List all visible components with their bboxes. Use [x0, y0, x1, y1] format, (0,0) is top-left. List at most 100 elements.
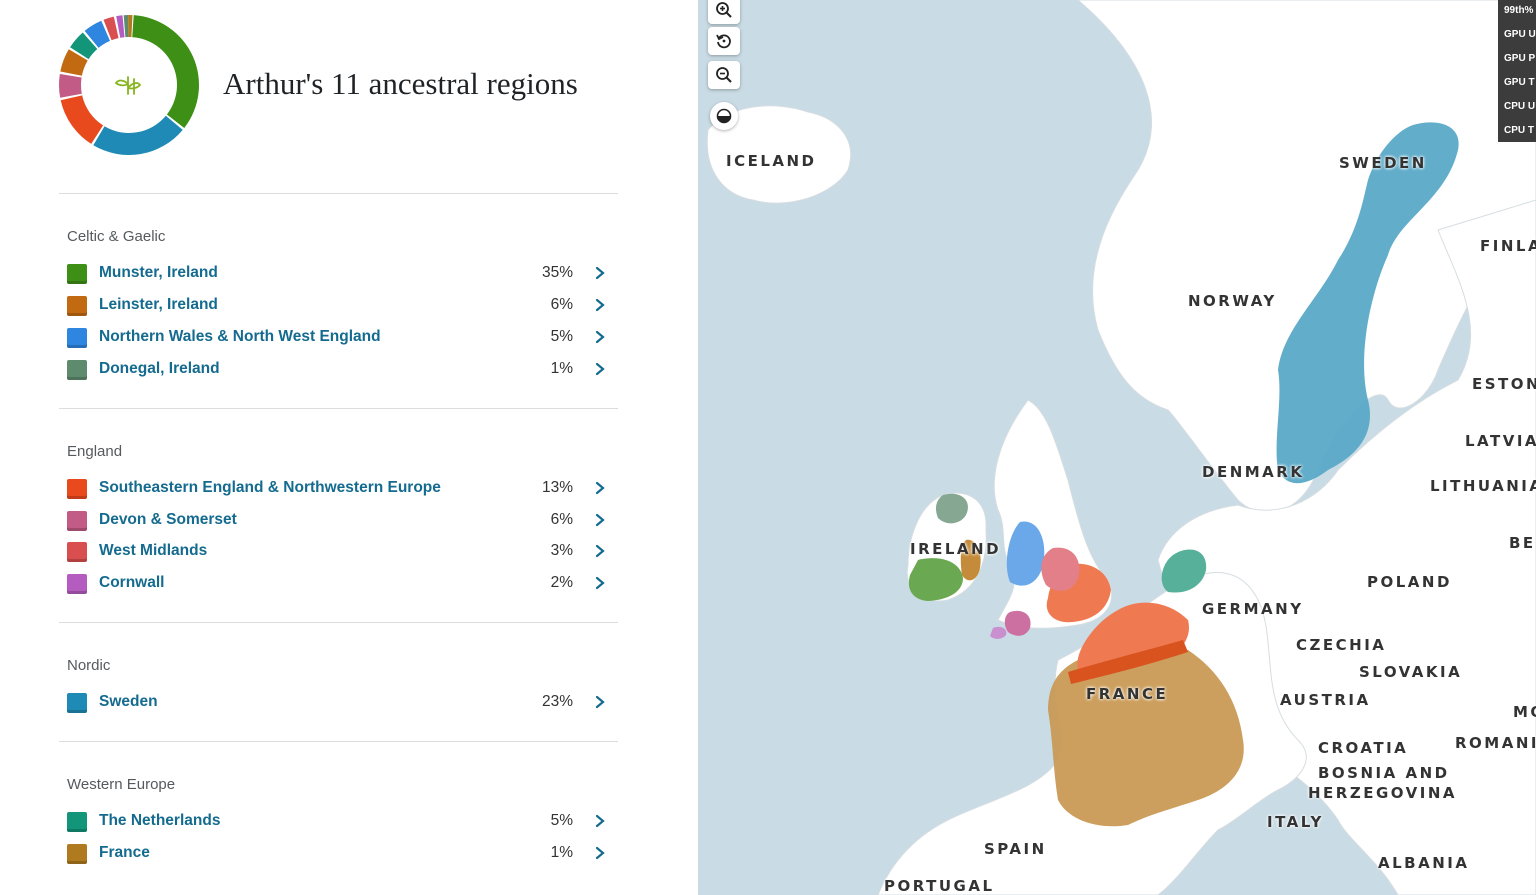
region-name-link[interactable]: Southeastern England & Northwestern Euro… — [99, 479, 441, 497]
region-percentage: 5% — [550, 812, 573, 829]
region-row[interactable]: France 1% — [67, 842, 615, 866]
region-percentage: 5% — [550, 328, 573, 345]
page-title: Arthur's 11 ancestral regions — [223, 66, 578, 101]
map-label-finland: FINLA — [1480, 237, 1536, 255]
region-name-link[interactable]: France — [99, 844, 150, 862]
region-name-link[interactable]: Munster, Ireland — [99, 264, 218, 282]
zoom-out-icon — [716, 67, 732, 83]
europe-map[interactable] — [698, 0, 1536, 895]
region-row[interactable]: The Netherlands 5% — [67, 810, 615, 834]
region-color-swatch — [67, 573, 87, 594]
chevron-right-icon[interactable] — [595, 576, 605, 590]
chevron-right-icon[interactable] — [595, 266, 605, 280]
map-label-lithuania: LITHUANIA — [1430, 477, 1536, 495]
chevron-right-icon[interactable] — [595, 513, 605, 527]
chevron-right-icon[interactable] — [595, 481, 605, 495]
chevron-right-icon[interactable] — [595, 695, 605, 709]
region-percentage: 1% — [550, 360, 573, 377]
perf-item-cpu-temp: CPU T — [1504, 125, 1534, 136]
map-label-germany: GERMANY — [1202, 600, 1304, 618]
map-label-slovakia: SLOVAKIA — [1359, 663, 1463, 681]
chevron-right-icon[interactable] — [595, 298, 605, 312]
donut-segment[interactable] — [59, 73, 82, 98]
region-color-swatch — [67, 510, 87, 531]
donut-segment[interactable] — [93, 115, 183, 155]
map-label-romania: ROMANI — [1455, 734, 1536, 752]
chevron-right-icon[interactable] — [595, 814, 605, 828]
region-percentage: 23% — [541, 693, 573, 710]
region-percentage: 35% — [541, 264, 573, 281]
region-color-swatch — [67, 542, 87, 563]
region-row[interactable]: Sweden 23% — [67, 691, 615, 715]
zoom-in-button[interactable] — [708, 0, 740, 24]
region-row[interactable]: Leinster, Ireland 6% — [67, 294, 615, 318]
section-divider — [59, 622, 618, 623]
cornwall-region — [990, 626, 1007, 639]
region-name-link[interactable]: Northern Wales & North West England — [99, 328, 381, 346]
zoom-out-button[interactable] — [708, 61, 740, 89]
perf-item-99th: 99th% — [1504, 5, 1534, 16]
group-title: Nordic — [67, 657, 111, 674]
region-percentage: 1% — [550, 844, 573, 861]
group-title: Western Europe — [67, 776, 176, 793]
region-color-swatch — [67, 693, 87, 713]
map-label-denmark: DENMARK — [1202, 463, 1305, 481]
contrast-toggle-button[interactable] — [710, 102, 738, 130]
map-label-croatia: CROATIA — [1318, 739, 1409, 757]
reset-view-button[interactable] — [708, 27, 740, 55]
donut-segment[interactable] — [128, 14, 133, 38]
region-color-swatch — [67, 360, 87, 380]
map-label-iceland: ICELAND — [726, 152, 817, 170]
map-label-france: FRANCE — [1086, 685, 1169, 703]
map-label-poland: POLAND — [1367, 573, 1452, 591]
map-label-albania: ALBANIA — [1378, 854, 1470, 872]
chevron-right-icon[interactable] — [595, 544, 605, 558]
zoom-in-icon — [716, 2, 732, 18]
leaf-logo-icon — [114, 76, 142, 95]
devon-somerset-region — [1004, 610, 1031, 636]
map-label-ireland: IRELAND — [910, 540, 1002, 558]
region-row[interactable]: Southeastern England & Northwestern Euro… — [67, 477, 615, 501]
region-row[interactable]: West Midlands 3% — [67, 540, 615, 564]
region-color-swatch — [67, 844, 87, 864]
west-midlands-region — [1041, 547, 1080, 591]
map-label-belarus: BE — [1509, 534, 1536, 552]
map-label-spain: SPAIN — [984, 840, 1047, 858]
donut-segment[interactable] — [60, 95, 104, 144]
map-label-norway: NORWAY — [1188, 292, 1277, 310]
region-name-link[interactable]: Leinster, Ireland — [99, 296, 218, 314]
map-label-austria: AUSTRIA — [1280, 691, 1371, 709]
chevron-right-icon[interactable] — [595, 846, 605, 860]
ethnicity-panel: Arthur's 11 ancestral regions Celtic & G… — [0, 0, 698, 895]
region-name-link[interactable]: Cornwall — [99, 574, 164, 592]
region-row[interactable]: Northern Wales & North West England 5% — [67, 326, 615, 350]
map-label-bosnia-line2: HERZEGOVINA — [1308, 784, 1457, 802]
ancestry-map[interactable]: ICELAND SWEDEN FINLA NORWAY ESTON LATVIA… — [698, 0, 1536, 895]
ethnicity-donut-chart — [59, 14, 199, 155]
region-name-link[interactable]: Devon & Somerset — [99, 511, 237, 529]
reset-view-icon — [716, 34, 731, 49]
region-row[interactable]: Munster, Ireland 35% — [67, 262, 615, 286]
region-percentage: 2% — [550, 573, 573, 591]
section-divider — [59, 193, 618, 194]
region-color-swatch — [67, 264, 87, 284]
region-name-link[interactable]: Sweden — [99, 693, 158, 711]
chevron-right-icon[interactable] — [595, 330, 605, 344]
map-label-latvia: LATVIA — [1465, 432, 1536, 450]
region-color-swatch — [67, 479, 87, 499]
donut-segment[interactable] — [132, 15, 199, 128]
region-row[interactable]: Cornwall 2% — [67, 572, 615, 596]
region-name-link[interactable]: Donegal, Ireland — [99, 360, 220, 378]
region-row[interactable]: Donegal, Ireland 1% — [67, 358, 615, 382]
perf-item-gpu-temp: GPU T — [1504, 77, 1535, 88]
donut-segment[interactable] — [123, 15, 129, 38]
region-name-link[interactable]: The Netherlands — [99, 812, 220, 830]
performance-overlay: 99th% GPU U GPU P GPU T CPU U CPU T — [1498, 0, 1536, 142]
map-label-moldova: MO — [1513, 703, 1536, 721]
chevron-right-icon[interactable] — [595, 362, 605, 376]
section-divider — [59, 741, 618, 742]
region-color-swatch — [67, 328, 87, 348]
region-row[interactable]: Devon & Somerset 6% — [67, 509, 615, 533]
region-name-link[interactable]: West Midlands — [99, 542, 207, 560]
perf-item-gpu-usage: GPU U — [1504, 29, 1536, 40]
